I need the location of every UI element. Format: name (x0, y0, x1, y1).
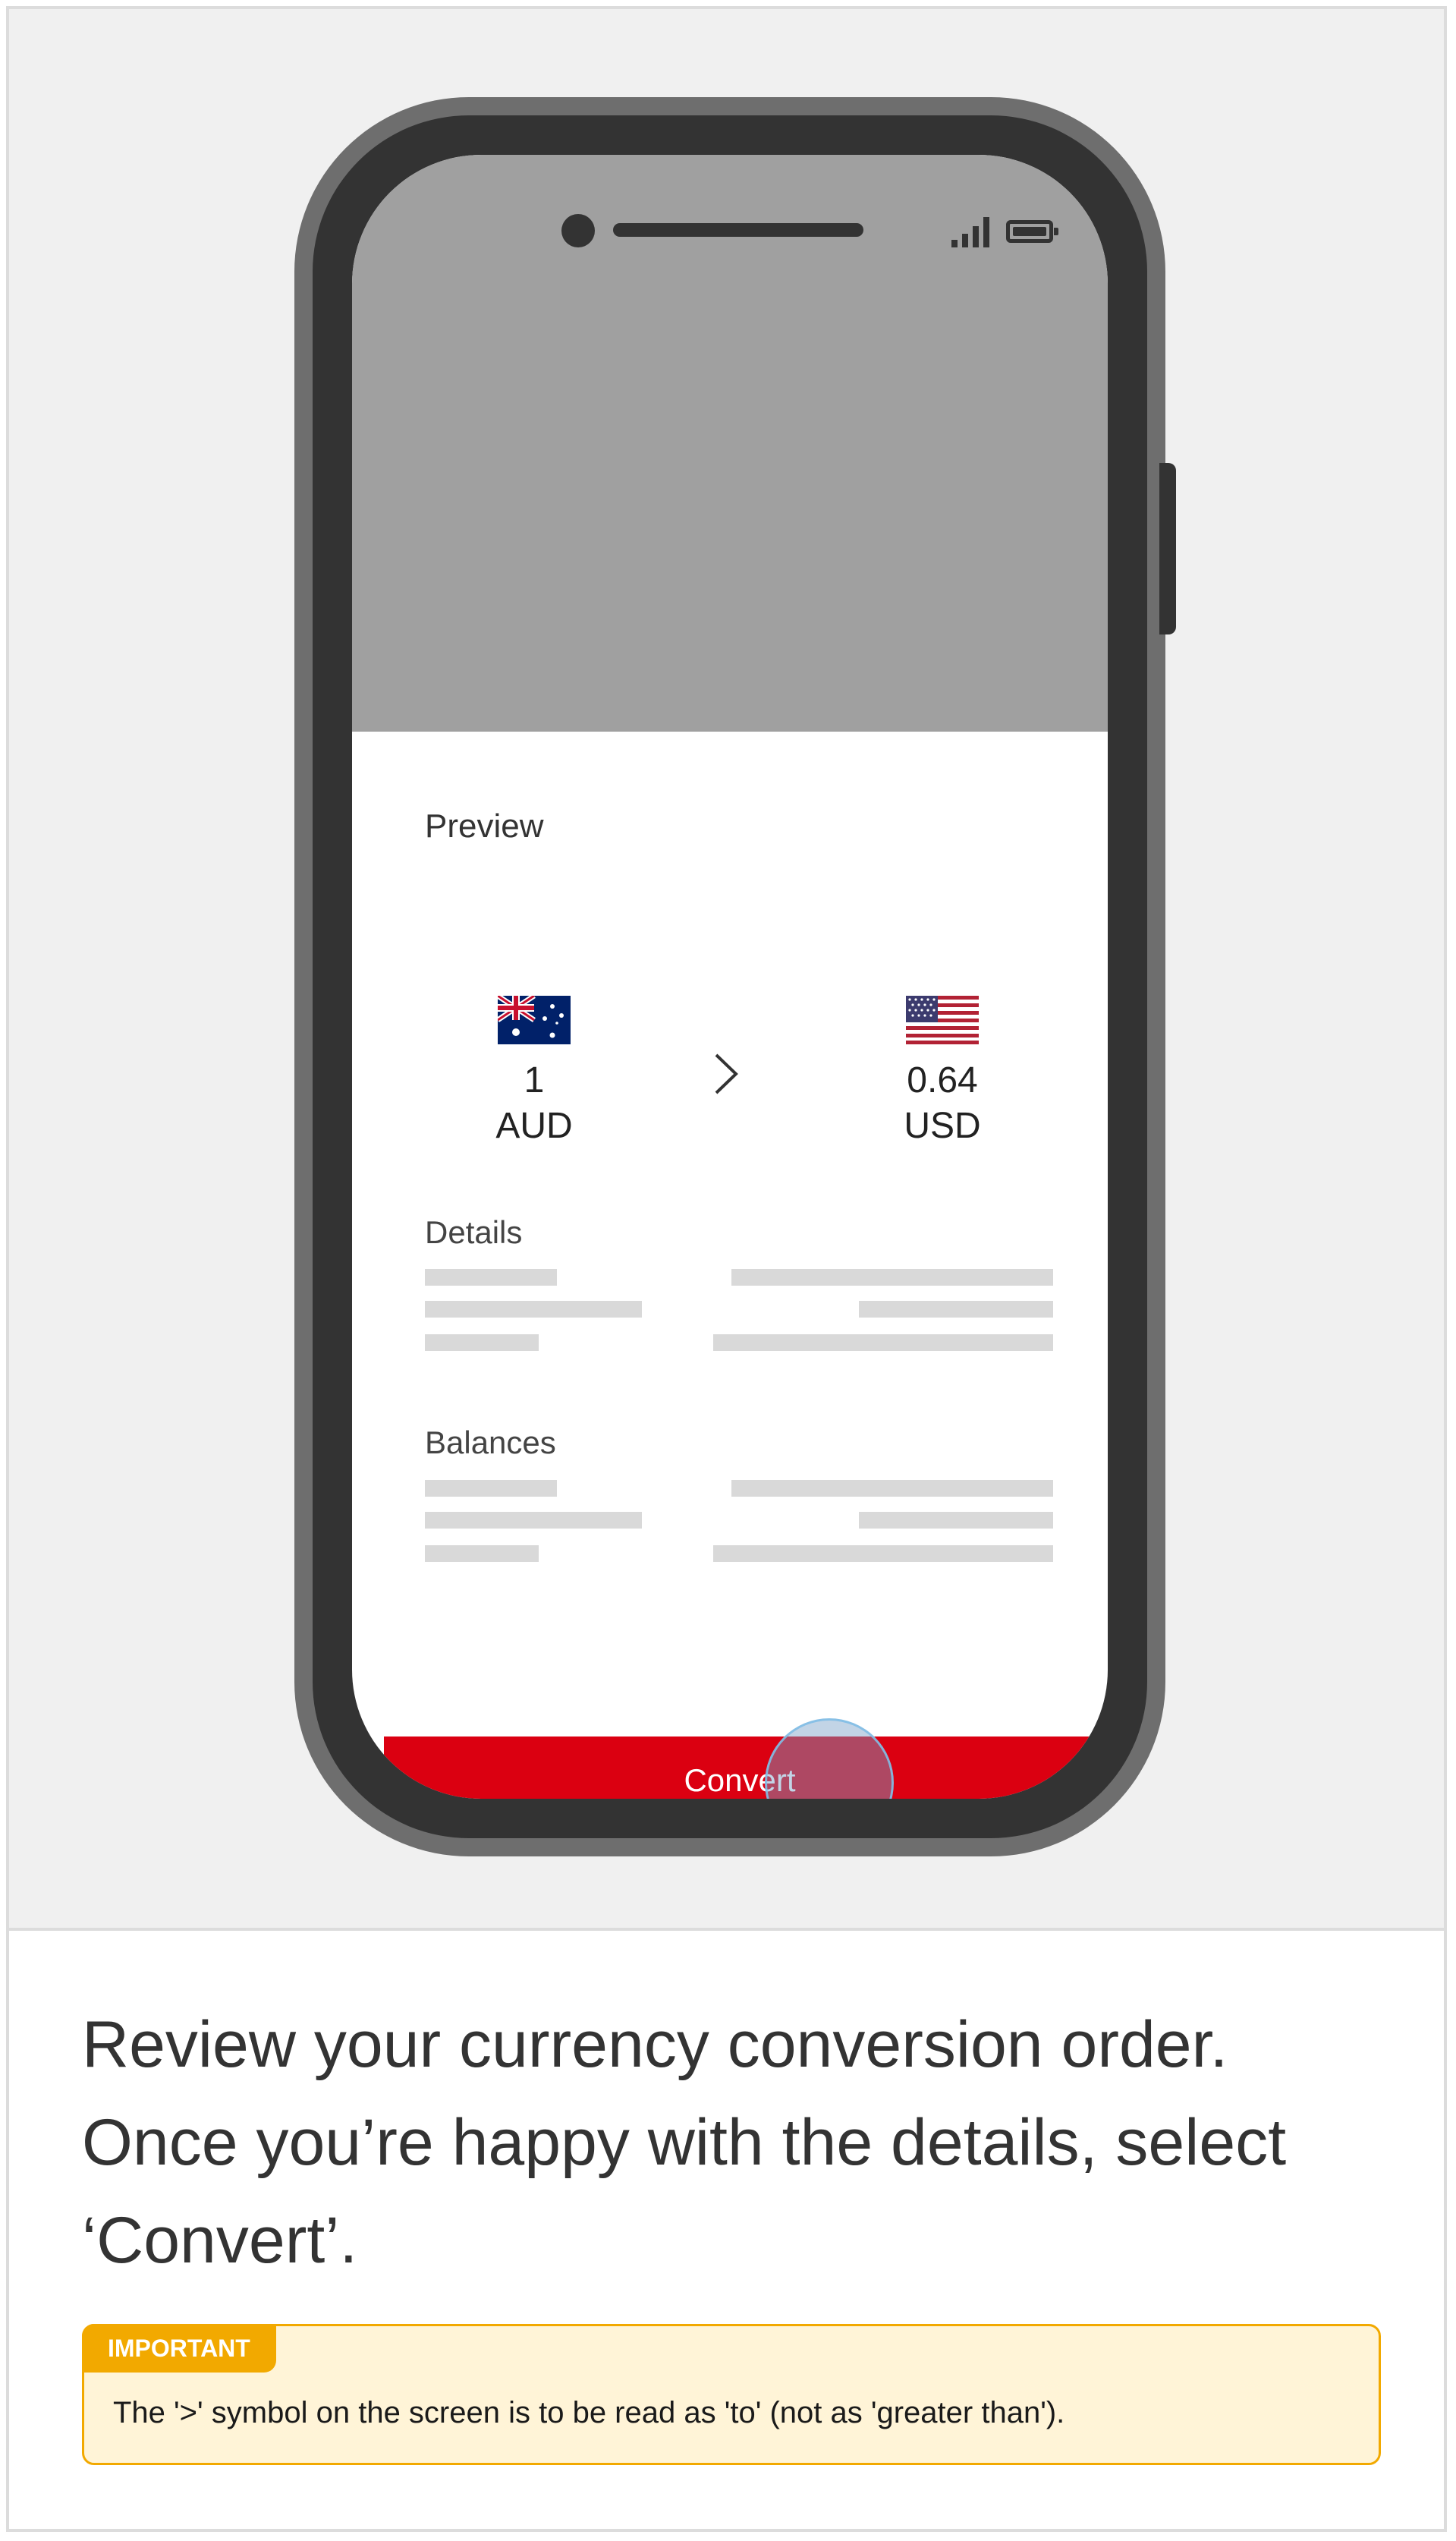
important-notice: IMPORTANT The '>' symbol on the screen i… (82, 2324, 1381, 2465)
balances-placeholder-line (425, 1545, 539, 1562)
illustration-area: Preview 1 AUD 0.64 USD Details Balances … (9, 9, 1444, 1931)
balances-placeholder-line (859, 1512, 1053, 1529)
usa-flag-icon (906, 996, 979, 1044)
balances-placeholder-line (713, 1545, 1053, 1562)
tap-indicator (765, 1718, 894, 1799)
signal-icon (951, 217, 989, 247)
australia-flag-icon (498, 996, 571, 1044)
phone-side-button (1159, 463, 1176, 634)
instruction-card: Preview 1 AUD 0.64 USD Details Balances … (6, 6, 1447, 2532)
phone-bezel: Preview 1 AUD 0.64 USD Details Balances … (313, 115, 1147, 1838)
important-tag: IMPORTANT (82, 2324, 276, 2373)
to-currency: USD (904, 1106, 981, 1146)
details-placeholder-line (859, 1301, 1053, 1318)
details-placeholder-line (425, 1269, 557, 1286)
details-placeholder-line (425, 1301, 642, 1318)
instruction-caption: Review your currency conversion order. O… (82, 2008, 1287, 2277)
phone-frame: Preview 1 AUD 0.64 USD Details Balances … (294, 97, 1165, 1856)
important-text: The '>' symbol on the screen is to be re… (113, 2396, 1065, 2429)
details-placeholder-line (425, 1334, 539, 1351)
balances-placeholder-line (425, 1480, 557, 1497)
chevron-right-icon (715, 1053, 738, 1094)
speaker-grille (613, 223, 863, 237)
details-placeholder-line (731, 1269, 1053, 1286)
balances-placeholder-line (425, 1512, 642, 1529)
from-currency: AUD (495, 1106, 573, 1146)
battery-icon (1006, 220, 1058, 243)
from-amount: 1 (524, 1060, 545, 1100)
to-amount: 0.64 (907, 1060, 978, 1100)
balances-label: Balances (425, 1425, 556, 1460)
phone-screen: Preview 1 AUD 0.64 USD Details Balances … (352, 155, 1108, 1799)
preview-title: Preview (425, 808, 544, 845)
balances-placeholder-line (731, 1480, 1053, 1497)
details-placeholder-line (713, 1334, 1053, 1351)
convert-button[interactable]: Convert (384, 1737, 1096, 1799)
camera-icon (561, 214, 595, 247)
details-label: Details (425, 1214, 523, 1250)
